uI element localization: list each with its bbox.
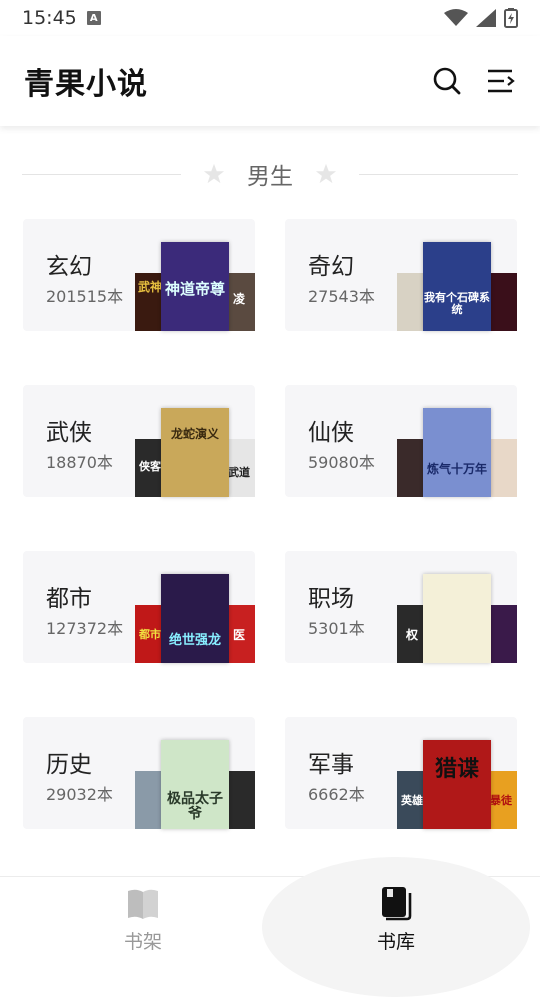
star-icon xyxy=(315,163,337,184)
category-count: 27543本 xyxy=(308,287,375,306)
category-section: 男生 玄幻 201515本 武神 神道帝尊 凌 奇幻 27543本 我有个石碑系… xyxy=(0,126,540,876)
category-count: 6662本 xyxy=(308,785,365,804)
cover-title: 我有个石碑系统 xyxy=(424,291,490,316)
category-card-lishi[interactable]: 历史 29032本 极品太子爷 xyxy=(23,717,255,829)
book-cover: 神道帝尊 xyxy=(161,242,229,331)
tab-label: 书架 xyxy=(123,931,162,953)
category-card-junshi[interactable]: 军事 6662本 英雄 猎谍 暴徒 xyxy=(285,717,517,829)
category-card-qihuan[interactable]: 奇幻 27543本 我有个石碑系统 xyxy=(285,219,517,331)
star-icon xyxy=(203,163,225,184)
category-card-zhichang[interactable]: 职场 5301本 权 xyxy=(285,551,517,663)
category-name: 历史 xyxy=(46,752,92,778)
book-cover xyxy=(423,574,491,663)
tab-label: 书库 xyxy=(376,931,415,953)
status-bar: 15:45 A xyxy=(0,0,540,36)
search-button[interactable] xyxy=(432,66,462,96)
category-name: 玄幻 xyxy=(46,254,92,280)
battery-charging-icon xyxy=(504,8,518,28)
category-count: 59080本 xyxy=(308,453,375,472)
tab-bookshelf[interactable]: 书架 xyxy=(73,885,213,957)
book-cover: 绝世强龙 xyxy=(161,574,229,663)
category-count: 201515本 xyxy=(46,287,124,306)
category-name: 都市 xyxy=(46,586,92,612)
books-stack-icon xyxy=(382,887,412,921)
category-card-dushi[interactable]: 都市 127372本 都市 绝世强龙 医 xyxy=(23,551,255,663)
status-time: 15:45 xyxy=(22,7,77,29)
open-book-icon xyxy=(128,889,158,919)
category-name: 军事 xyxy=(308,752,354,778)
menu-icon xyxy=(488,69,515,93)
category-name: 职场 xyxy=(308,586,354,612)
category-name: 仙侠 xyxy=(308,420,354,446)
cover-title: 绝世强龙 xyxy=(168,633,221,648)
category-name: 奇幻 xyxy=(308,254,354,280)
book-cover: 猎谍 xyxy=(423,740,491,829)
category-card-xuanhuan[interactable]: 玄幻 201515本 武神 神道帝尊 凌 xyxy=(23,219,255,331)
bottom-nav: 书架 书库 xyxy=(0,857,540,997)
book-cover: 我有个石碑系统 xyxy=(423,242,491,331)
category-count: 18870本 xyxy=(46,453,113,472)
signal-icon xyxy=(476,9,496,27)
app-title: 青果小说 xyxy=(24,67,148,102)
section-header: 男生 xyxy=(22,154,518,194)
section-title: 男生 xyxy=(247,164,293,190)
app-header: 青果小说 xyxy=(0,36,540,126)
book-cover: 炼气十万年 xyxy=(423,408,491,497)
category-card-wuxia[interactable]: 武侠 18870本 侠客 龙蛇演义 武道 xyxy=(23,385,255,497)
category-count: 5301本 xyxy=(308,619,365,638)
wifi-icon xyxy=(444,9,468,26)
menu-button[interactable] xyxy=(486,66,516,96)
cover-title: 猎谍 xyxy=(434,757,479,782)
tab-library[interactable]: 书库 xyxy=(326,885,466,957)
book-cover: 龙蛇演义 xyxy=(161,408,229,497)
category-count: 29032本 xyxy=(46,785,113,804)
cover-title: 炼气十万年 xyxy=(426,462,487,476)
book-cover: 极品太子爷 xyxy=(161,740,229,829)
category-card-xianxia[interactable]: 仙侠 59080本 炼气十万年 xyxy=(285,385,517,497)
cover-title: 极品太子爷 xyxy=(167,791,223,822)
category-name: 武侠 xyxy=(46,420,92,446)
divider-right xyxy=(359,173,518,175)
search-icon xyxy=(433,67,461,95)
notification-a-icon: A xyxy=(86,11,101,25)
divider-left xyxy=(22,173,181,175)
cover-title: 龙蛇演义 xyxy=(170,427,219,441)
category-count: 127372本 xyxy=(46,619,124,638)
cover-title: 神道帝尊 xyxy=(164,280,225,298)
